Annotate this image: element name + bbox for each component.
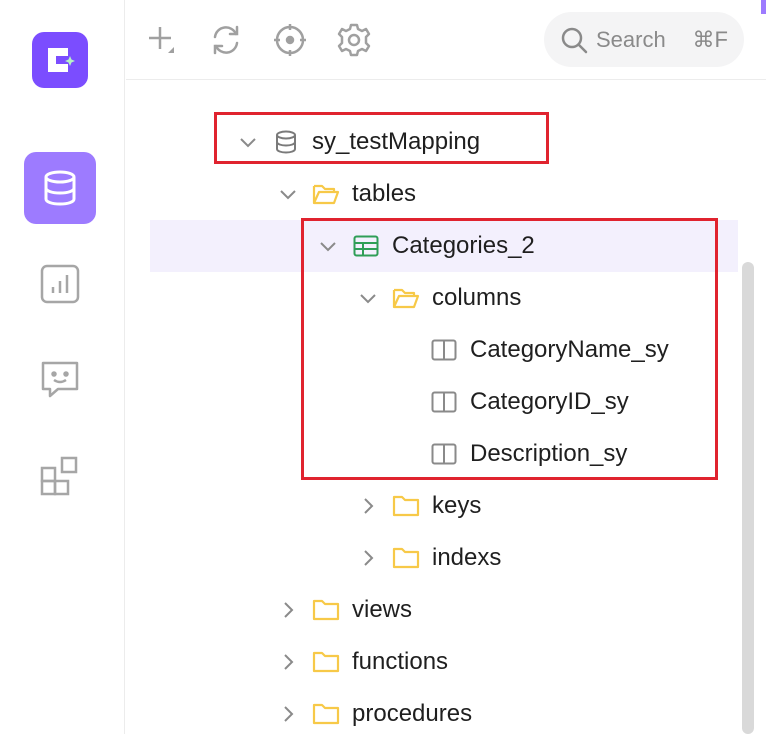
folder-icon xyxy=(392,544,420,572)
locate-button[interactable] xyxy=(270,20,310,60)
gear-icon xyxy=(337,23,371,57)
accent-mark xyxy=(761,0,766,14)
chevron-right-icon[interactable] xyxy=(276,598,300,622)
column-icon xyxy=(430,388,458,416)
folder-open-icon xyxy=(392,284,420,312)
tree-node-views[interactable]: views xyxy=(276,584,412,636)
refresh-button[interactable] xyxy=(206,20,246,60)
chevron-down-icon[interactable] xyxy=(316,234,340,258)
tree-node-column[interactable]: Description_sy xyxy=(430,428,627,480)
settings-button[interactable] xyxy=(334,20,374,60)
tree-label-database: sy_testMapping xyxy=(312,128,481,155)
tree-label-tables: tables xyxy=(352,180,417,207)
tree-label-indexs: indexs xyxy=(432,544,502,571)
tree-node-columns[interactable]: columns xyxy=(356,272,521,324)
rail-item-database[interactable] xyxy=(24,152,96,224)
tree-node-column[interactable]: CategoryID_sy xyxy=(430,376,629,428)
rail-item-chat[interactable] xyxy=(24,344,96,416)
folder-icon xyxy=(312,648,340,676)
chevron-down-icon[interactable] xyxy=(236,130,260,154)
database-icon xyxy=(44,170,76,206)
locate-icon xyxy=(274,24,306,56)
tree-node-table[interactable]: Categories_2 xyxy=(150,220,738,272)
vertical-scrollbar[interactable] xyxy=(742,262,754,734)
folder-open-icon xyxy=(312,180,340,208)
search-box[interactable]: Search ⌘F xyxy=(544,12,744,67)
chevron-down-icon[interactable] xyxy=(356,286,380,310)
tree-label-column: Description_sy xyxy=(470,440,628,467)
tree-label-keys: keys xyxy=(432,492,482,519)
tree-label-columns: columns xyxy=(432,284,522,311)
tree-node-indexs[interactable]: indexs xyxy=(356,532,501,584)
column-icon xyxy=(430,336,458,364)
left-rail xyxy=(0,0,125,734)
search-shortcut: ⌘F xyxy=(692,26,728,52)
bar-chart-icon xyxy=(40,264,80,304)
table-icon xyxy=(352,232,380,260)
rail-item-plugins[interactable] xyxy=(24,440,96,512)
column-icon xyxy=(430,440,458,468)
chevron-right-icon[interactable] xyxy=(276,650,300,674)
add-icon xyxy=(149,27,174,53)
chevron-down-icon[interactable] xyxy=(276,182,300,206)
tree-node-procedures[interactable]: procedures xyxy=(276,688,472,734)
tree-label-views: views xyxy=(352,596,413,623)
tree-label-table: Categories_2 xyxy=(392,232,535,259)
grid-plus-icon xyxy=(40,456,78,496)
folder-icon xyxy=(312,700,340,728)
toolbar: Search ⌘F xyxy=(126,0,766,80)
tree-node-tables[interactable]: tables xyxy=(276,168,416,220)
rail-item-dashboard[interactable] xyxy=(24,248,96,320)
tree-node-column[interactable]: CategoryName_sy xyxy=(430,324,669,376)
tree-label-procedures: procedures xyxy=(352,700,473,727)
tree-node-keys[interactable]: keys xyxy=(356,480,481,532)
tree-node-functions[interactable]: functions xyxy=(276,636,448,688)
folder-icon xyxy=(392,492,420,520)
chevron-right-icon[interactable] xyxy=(276,702,300,726)
app-logo-icon[interactable] xyxy=(32,32,88,88)
chevron-right-icon[interactable] xyxy=(356,546,380,570)
chevron-right-icon[interactable] xyxy=(356,494,380,518)
add-button[interactable] xyxy=(142,20,182,60)
refresh-icon xyxy=(213,25,239,55)
search-icon xyxy=(561,27,588,53)
search-placeholder: Search xyxy=(596,26,666,52)
database-icon xyxy=(272,128,300,156)
tree-label-column: CategoryID_sy xyxy=(470,388,629,415)
folder-icon xyxy=(312,596,340,624)
chat-icon xyxy=(41,361,79,398)
tree-label-column: CategoryName_sy xyxy=(470,336,669,363)
tree-label-functions: functions xyxy=(352,648,449,675)
tree-node-database[interactable]: sy_testMapping xyxy=(236,116,480,168)
